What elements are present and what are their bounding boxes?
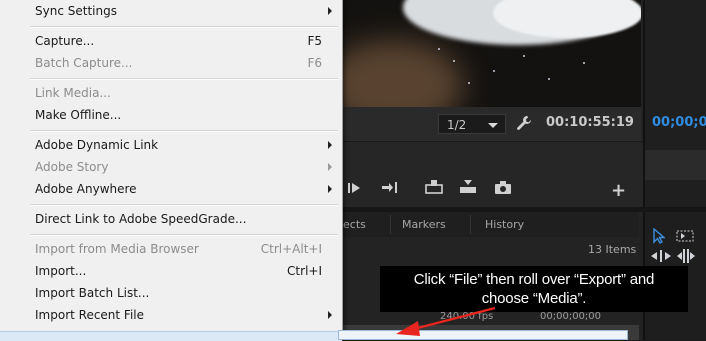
chevron-right-icon: [328, 7, 332, 15]
menu-item-import-batch-list[interactable]: Import Batch List...: [0, 282, 342, 304]
menu-item-import[interactable]: Import... Ctrl+I: [0, 260, 342, 282]
file-menu: Sync Settings Capture... F5 Batch Captur…: [0, 0, 343, 341]
menu-item-capture[interactable]: Capture... F5: [0, 30, 342, 52]
wrench-icon[interactable]: [516, 115, 532, 131]
media-start-timecode: 00;00;00;00: [540, 311, 602, 322]
chevron-right-icon: [328, 163, 332, 171]
menu-separator: [30, 234, 338, 236]
tab-effects[interactable]: ects: [343, 212, 366, 237]
items-count: 13 Items: [588, 243, 637, 256]
add-button-icon[interactable]: +: [611, 180, 626, 201]
menu-item-adobe-story[interactable]: Adobe Story: [0, 156, 342, 178]
timeline-panel: [643, 0, 706, 207]
zoom-level-select[interactable]: 1/2: [438, 114, 506, 134]
tab-history[interactable]: History: [485, 212, 524, 237]
chevron-down-icon: [488, 123, 498, 128]
menu-item-make-offline[interactable]: Make Offline...: [0, 104, 342, 126]
menu-item-link-media[interactable]: Link Media...: [0, 82, 342, 104]
red-arrow-icon: [396, 306, 496, 336]
premiere-workspace: 1/2 00:10:55:19 00;00;0 + ects Markers H…: [0, 0, 706, 341]
menu-item-batch-capture[interactable]: Batch Capture... F6: [0, 52, 342, 74]
menu-separator: [30, 78, 338, 80]
track-select-tool-icon[interactable]: [676, 230, 694, 242]
tab-markers[interactable]: Markers: [402, 212, 446, 237]
menu-item-sync-settings[interactable]: Sync Settings: [0, 0, 342, 22]
zoom-level-value: 1/2: [447, 118, 467, 132]
program-timecode: 00:10:55:19: [546, 115, 634, 130]
selection-tool-icon[interactable]: [653, 228, 665, 244]
step-forward-icon[interactable]: [348, 182, 362, 194]
menu-item-adobe-anywhere[interactable]: Adobe Anywhere: [0, 178, 342, 200]
program-monitor-video: [343, 0, 641, 107]
callout-line-1: Click “File” then roll over “Export” and: [413, 271, 655, 288]
menu-separator: [30, 26, 338, 28]
chevron-right-icon: [328, 311, 332, 319]
chevron-right-icon: [328, 141, 332, 149]
camera-icon[interactable]: [494, 181, 512, 194]
transport-controls: [343, 141, 643, 208]
ripple-edit-tool-icon[interactable]: [651, 250, 671, 262]
menu-separator: [30, 204, 338, 206]
overwrite-icon[interactable]: [459, 180, 477, 194]
menu-item-import-recent-file[interactable]: Import Recent File: [0, 304, 342, 326]
rolling-edit-tool-icon[interactable]: [677, 249, 695, 263]
chevron-right-icon: [328, 185, 332, 193]
menu-item-direct-link-speedgrade[interactable]: Direct Link to Adobe SpeedGrade...: [0, 208, 342, 230]
go-to-out-icon[interactable]: [382, 181, 398, 194]
timeline-timecode: 00;00;0: [652, 115, 706, 130]
menu-item-import-from-media-browser[interactable]: Import from Media Browser Ctrl+Alt+I: [0, 238, 342, 260]
menu-separator: [30, 130, 338, 132]
insert-icon[interactable]: [425, 180, 443, 194]
menu-item-adobe-dynamic-link[interactable]: Adobe Dynamic Link: [0, 134, 342, 156]
